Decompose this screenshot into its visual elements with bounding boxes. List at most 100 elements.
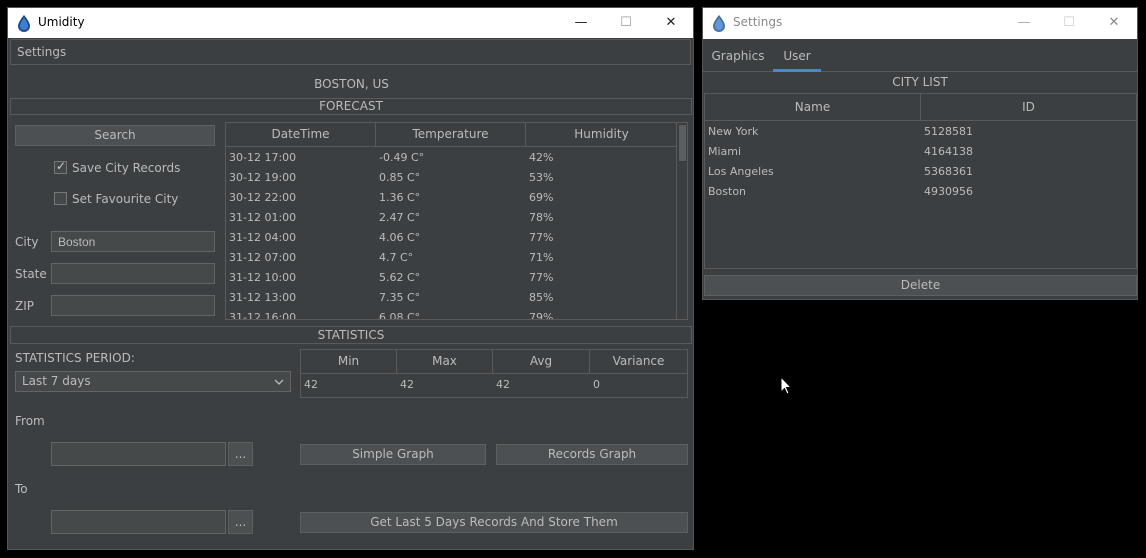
forecast-header: FORECAST [10, 98, 692, 115]
droplet-icon [18, 15, 30, 32]
humidity-cell: 78% [529, 211, 554, 224]
forecast-table[interactable]: DateTime Temperature Humidity 30-12 17:0… [225, 122, 688, 320]
from-date-field[interactable] [51, 442, 226, 466]
state-label: State [15, 267, 47, 281]
save-city-records-checkbox[interactable] [54, 159, 67, 174]
droplet-icon [713, 15, 725, 32]
datetime-cell: 30-12 17:00 [229, 151, 297, 164]
humidity-cell: 77% [529, 271, 554, 284]
tab-graphics[interactable]: Graphics [703, 39, 773, 72]
settings-tab-bar: Graphics User [703, 39, 1137, 72]
set-favourite-city-checkbox[interactable] [54, 192, 67, 205]
table-row[interactable]: 31-12 10:00 5.62 C° 77% [226, 268, 677, 288]
datetime-cell: 31-12 04:00 [229, 231, 297, 244]
search-button[interactable]: Search [15, 125, 215, 146]
city-field[interactable] [51, 231, 215, 252]
temperature-cell: -0.49 C° [379, 151, 425, 164]
to-label: To [15, 482, 28, 496]
table-row[interactable]: 31-12 04:00 4.06 C° 77% [226, 228, 677, 248]
from-date-picker-button[interactable]: ... [228, 442, 253, 466]
settings-maximize-button[interactable]: ☐ [1046, 8, 1092, 38]
maximize-button[interactable]: ☐ [603, 8, 649, 38]
datetime-cell: 31-12 13:00 [229, 291, 297, 304]
set-favourite-city-label: Set Favourite City [72, 192, 179, 206]
chevron-down-icon [274, 379, 284, 385]
city-list-table[interactable]: Name ID New York 5128581 Miami 4164138 Los A… [704, 93, 1137, 269]
column-header-name[interactable]: Name [705, 94, 921, 120]
statistics-period-label: STATISTICS PERIOD: [15, 351, 135, 365]
stats-table[interactable]: Min Max Avg Variance 42 42 42 0 [300, 349, 688, 398]
minimize-button[interactable]: — [558, 8, 604, 38]
statistics-header: STATISTICS [10, 326, 692, 344]
city-name-cell: New York [708, 125, 759, 138]
tab-user[interactable]: User [773, 39, 821, 72]
table-row[interactable]: 31-12 16:00 6.08 C° 79% [226, 308, 677, 320]
column-header-avg[interactable]: Avg [493, 350, 590, 373]
column-header-id[interactable]: ID [921, 94, 1136, 120]
city-name-cell: Miami [708, 145, 742, 158]
close-button[interactable]: ✕ [648, 8, 694, 38]
list-item[interactable]: New York 5128581 [705, 122, 1136, 142]
column-header-humidity[interactable]: Humidity [526, 123, 677, 146]
settings-titlebar[interactable]: Settings — ☐ ✕ [703, 8, 1137, 39]
city-label: City [15, 235, 39, 249]
table-row[interactable]: 30-12 22:00 1.36 C° 69% [226, 188, 677, 208]
column-header-variance[interactable]: Variance [590, 350, 687, 373]
datetime-cell: 31-12 10:00 [229, 271, 297, 284]
zip-label: ZIP [15, 299, 34, 313]
column-header-min[interactable]: Min [301, 350, 397, 373]
humidity-cell: 77% [529, 231, 554, 244]
city-id-cell: 4164138 [924, 145, 973, 158]
records-graph-button[interactable]: Records Graph [496, 444, 688, 465]
datetime-cell: 31-12 16:00 [229, 311, 297, 320]
settings-close-button[interactable]: ✕ [1091, 8, 1137, 38]
list-item[interactable]: Boston 4930956 [705, 182, 1136, 202]
forecast-scrollbar[interactable] [676, 123, 687, 319]
to-date-field[interactable] [51, 510, 226, 534]
column-header-temperature[interactable]: Temperature [376, 123, 526, 146]
datetime-cell: 31-12 07:00 [229, 251, 297, 264]
tab-user-label: User [783, 49, 811, 63]
forecast-table-header: DateTime Temperature Humidity [226, 123, 677, 147]
city-name-cell: Boston [708, 185, 747, 198]
state-field[interactable] [51, 263, 215, 284]
simple-graph-button[interactable]: Simple Graph [300, 444, 486, 465]
datetime-cell: 30-12 19:00 [229, 171, 297, 184]
delete-button[interactable]: Delete [704, 275, 1137, 296]
stats-row[interactable]: 42 42 42 0 [301, 375, 687, 395]
get-records-button[interactable]: Get Last 5 Days Records And Store Them [300, 512, 688, 533]
settings-minimize-button[interactable]: — [1001, 8, 1047, 38]
stat-min-value: 42 [304, 378, 318, 391]
table-row[interactable]: 31-12 07:00 4.7 C° 71% [226, 248, 677, 268]
table-row[interactable]: 30-12 17:00 -0.49 C° 42% [226, 148, 677, 168]
statistics-period-select[interactable]: Last 7 days [15, 371, 291, 392]
humidity-cell: 85% [529, 291, 554, 304]
zip-field[interactable] [51, 295, 215, 316]
from-label: From [15, 414, 45, 428]
stat-variance-value: 0 [593, 378, 600, 391]
stats-table-header: Min Max Avg Variance [301, 350, 687, 374]
city-list-header: CITY LIST [892, 75, 948, 89]
to-date-picker-button[interactable]: ... [228, 510, 253, 534]
table-row[interactable]: 30-12 19:00 0.85 C° 53% [226, 168, 677, 188]
city-list-header-row: Name ID [705, 94, 1136, 121]
temperature-cell: 4.06 C° [379, 231, 421, 244]
forecast-rows: 30-12 17:00 -0.49 C° 42% 30-12 19:00 0.85 C°… [226, 148, 677, 320]
main-window: Umidity — ☐ ✕ Settings BOSTON, US FORECA… [7, 7, 694, 550]
city-id-cell: 5368361 [924, 165, 973, 178]
stat-avg-value: 42 [496, 378, 510, 391]
temperature-cell: 4.7 C° [379, 251, 414, 264]
table-row[interactable]: 31-12 13:00 7.35 C° 85% [226, 288, 677, 308]
humidity-cell: 69% [529, 191, 554, 204]
forecast-scrollbar-thumb[interactable] [679, 125, 686, 161]
datetime-cell: 30-12 22:00 [229, 191, 297, 204]
table-row[interactable]: 31-12 01:00 2.47 C° 78% [226, 208, 677, 228]
list-item[interactable]: Miami 4164138 [705, 142, 1136, 162]
menu-settings[interactable]: Settings [17, 45, 66, 59]
column-header-datetime[interactable]: DateTime [226, 123, 376, 146]
statistics-period-value: Last 7 days [22, 374, 91, 388]
list-item[interactable]: Los Angeles 5368361 [705, 162, 1136, 182]
column-header-max[interactable]: Max [397, 350, 493, 373]
main-titlebar[interactable]: Umidity — ☐ ✕ [8, 8, 693, 38]
save-city-records-label: Save City Records [72, 161, 181, 175]
